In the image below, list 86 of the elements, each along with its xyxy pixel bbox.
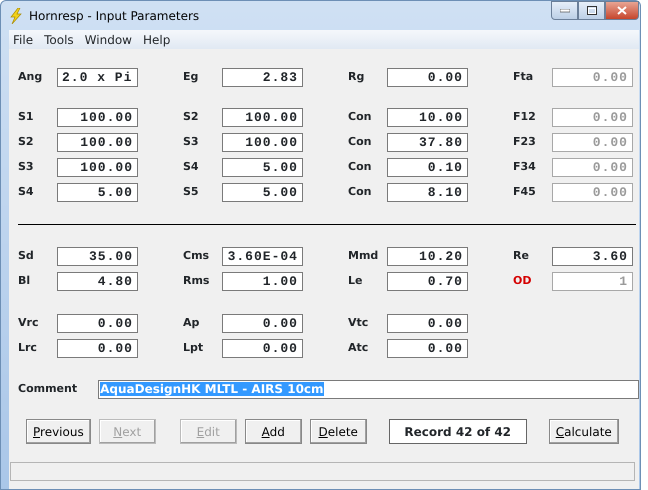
field-label: Vrc	[18, 315, 40, 332]
input-field: 0.00	[552, 183, 633, 202]
field-label: F45	[513, 184, 537, 200]
input-field: 0.00	[552, 158, 633, 177]
input-field[interactable]: 5.00	[57, 183, 138, 202]
input-field[interactable]: 37.80	[387, 133, 468, 152]
field-label: F23	[513, 134, 537, 150]
toolbar-button[interactable]: Add	[244, 419, 302, 444]
minimize-button[interactable]	[551, 1, 578, 20]
field-label: Mmd	[348, 248, 380, 264]
input-field[interactable]: 100.00	[57, 158, 138, 177]
input-field[interactable]: 5.00	[222, 158, 303, 177]
field-label: Cms	[183, 248, 210, 264]
input-field[interactable]: 3.60	[552, 247, 633, 266]
field-label: Vtc	[348, 315, 370, 332]
input-field[interactable]: 100.00	[57, 133, 138, 152]
maximize-icon	[586, 6, 596, 15]
input-field[interactable]: 0.00	[387, 314, 468, 333]
field-label: S1	[18, 109, 35, 126]
field-label: Bl	[18, 273, 32, 290]
field-label: S5	[183, 184, 200, 200]
input-field[interactable]: 0.10	[387, 158, 468, 177]
minimize-icon	[560, 8, 570, 12]
input-field[interactable]: 0.00	[57, 314, 138, 333]
field-label: Sd	[18, 248, 35, 264]
input-field[interactable]: 35.00	[57, 247, 138, 266]
input-field[interactable]: 0.00	[387, 339, 468, 358]
input-field[interactable]: 1.00	[222, 272, 303, 291]
input-field: 0.00	[552, 133, 633, 152]
toolbar-button[interactable]: Delete	[310, 419, 367, 444]
window-title: Hornresp - Input Parameters	[29, 8, 200, 24]
field-label: Rg	[348, 69, 366, 86]
input-field[interactable]: 0.00	[57, 339, 138, 358]
field-label: Rms	[183, 273, 210, 290]
field-label: Eg	[183, 69, 200, 86]
field-label: Con	[348, 134, 372, 150]
input-field[interactable]: 0.70	[387, 272, 468, 291]
input-field[interactable]: 5.00	[222, 183, 303, 202]
field-label: Re	[513, 248, 530, 264]
field-label: Fta	[513, 69, 534, 86]
input-field[interactable]: 4.80	[57, 272, 138, 291]
comment-label: Comment	[18, 381, 78, 398]
input-field: 0.00	[552, 68, 633, 87]
field-label: Ang	[18, 69, 44, 86]
input-field: 0.00	[552, 108, 633, 127]
menu-item[interactable]: Help	[138, 30, 178, 48]
field-label: S3	[18, 159, 35, 176]
maximize-button[interactable]	[578, 1, 605, 20]
field-label: S2	[183, 109, 200, 126]
field-label: Lpt	[183, 340, 204, 356]
input-field[interactable]: 100.00	[222, 133, 303, 152]
field-label: F12	[513, 109, 537, 126]
input-field[interactable]: 2.0 x Pi	[57, 68, 138, 87]
input-field[interactable]: 3.60E-04	[222, 247, 303, 266]
field-label: S4	[183, 159, 200, 176]
field-label: S4	[18, 184, 35, 200]
input-field[interactable]: 0.00	[222, 339, 303, 358]
field-label: F34	[513, 159, 537, 176]
input-field[interactable]: 100.00	[222, 108, 303, 127]
field-label: Le	[348, 273, 364, 290]
input-field[interactable]: 0.00	[222, 314, 303, 333]
input-field: 1	[552, 272, 633, 291]
close-button[interactable]	[605, 1, 639, 20]
menu-item[interactable]: File	[9, 30, 40, 48]
input-field[interactable]: 10.20	[387, 247, 468, 266]
lightning-icon	[9, 8, 23, 24]
menu-item[interactable]: Window	[80, 30, 139, 48]
field-label: S2	[18, 134, 35, 150]
toolbar-button[interactable]: Calculate	[548, 419, 619, 444]
toolbar-button[interactable]: Previous	[26, 419, 91, 444]
menu-item[interactable]: Tools	[40, 30, 81, 48]
field-label: Ap	[183, 315, 200, 332]
input-field[interactable]: 100.00	[57, 108, 138, 127]
input-field[interactable]: 2.83	[222, 68, 303, 87]
field-label: Con	[348, 159, 372, 176]
close-icon	[617, 6, 627, 15]
input-field[interactable]: 10.00	[387, 108, 468, 127]
field-label: Con	[348, 184, 372, 200]
field-label: S3	[183, 134, 200, 150]
field-label: Atc	[348, 340, 370, 356]
record-counter: Record 42 of 42	[388, 419, 527, 444]
field-label: Lrc	[18, 340, 38, 356]
field-label: OD	[513, 273, 532, 290]
input-field[interactable]: 0.00	[387, 68, 468, 87]
input-field[interactable]: 8.10	[387, 183, 468, 202]
field-label: Con	[348, 109, 372, 126]
